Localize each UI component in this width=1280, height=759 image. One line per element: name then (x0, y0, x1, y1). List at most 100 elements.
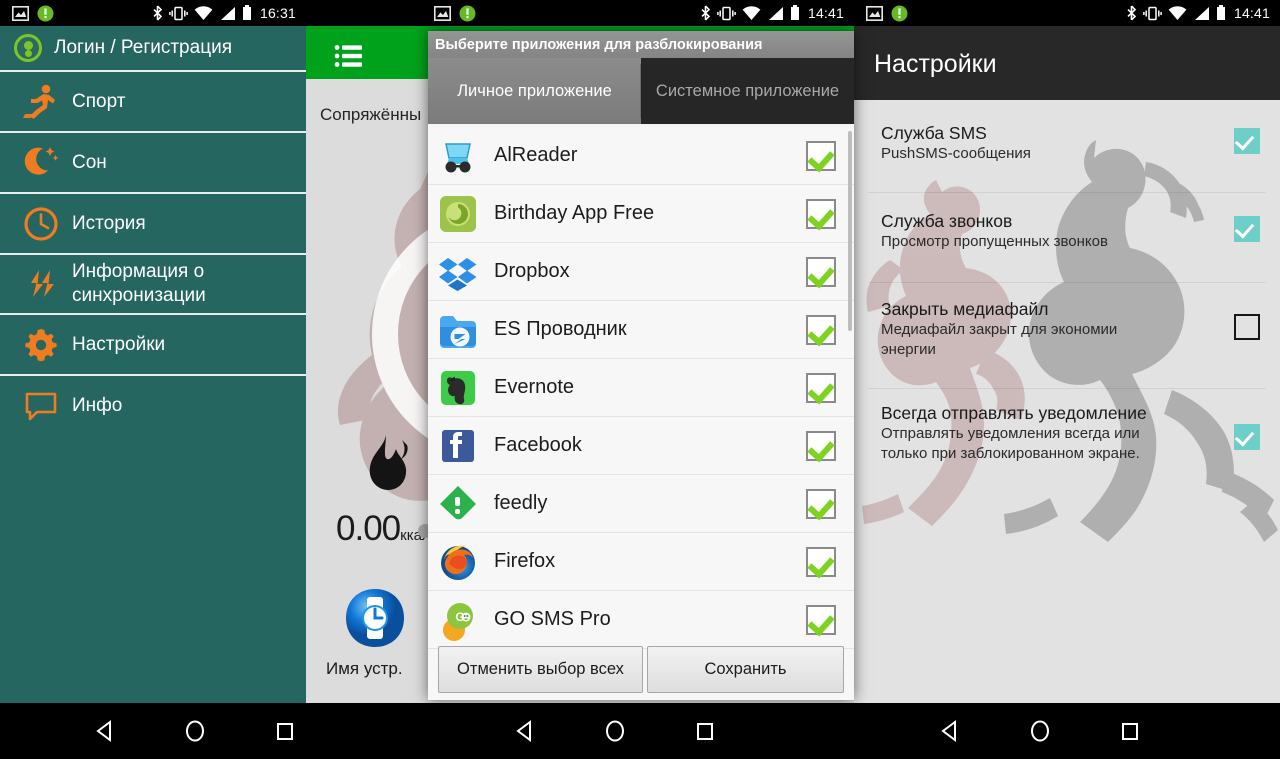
birthday-icon (436, 192, 480, 236)
list-item[interactable]: Facebook (428, 417, 854, 475)
app-checkbox[interactable] (806, 198, 836, 229)
statusbar-drawer: 16:31 (0, 0, 306, 26)
sidebar-item-info[interactable]: Инфо (0, 374, 306, 435)
sidebar-item-label: Настройки (72, 333, 166, 355)
list-item[interactable]: Evernote (428, 359, 854, 417)
app-checkbox[interactable] (806, 430, 836, 461)
home-icon[interactable] (995, 703, 1085, 759)
deselect-all-button[interactable]: Отменить выбор всех (438, 645, 643, 693)
sidebar-item-sleep[interactable]: Сон (0, 131, 306, 192)
divider (868, 388, 1266, 389)
app-list[interactable]: AlReader Birthday App Free Dropbox ES Пр… (428, 127, 854, 700)
list-item[interactable]: Dropbox (428, 243, 854, 301)
statusbar-tracker: 14:41 (306, 0, 854, 26)
image-icon (434, 5, 451, 21)
setting-title: Всегда отправлять уведомление (881, 403, 1147, 423)
settings-row-always-notify[interactable]: Всегда отправлять уведомление Отправлять… (854, 396, 1280, 496)
back-icon[interactable] (60, 703, 150, 759)
setting-checkbox[interactable] (1234, 128, 1260, 154)
statusbar-clock: 14:41 (1233, 5, 1270, 21)
battery-icon (790, 5, 800, 21)
settings-row-call-service[interactable]: Служба звонков Просмотр пропущенных звон… (854, 202, 1280, 280)
battery-icon (242, 5, 252, 21)
drawer-account-label: Логин / Регистрация (54, 37, 232, 58)
setting-checkbox[interactable] (1234, 314, 1260, 340)
home-icon[interactable] (570, 703, 660, 759)
tab-system-apps[interactable]: Системное приложение (641, 58, 854, 124)
app-checkbox[interactable] (806, 256, 836, 287)
sidebar-item-settings[interactable]: Настройки (0, 313, 306, 374)
sidebar-item-label: Спорт (72, 90, 126, 112)
list-item[interactable]: Firefox (428, 533, 854, 591)
home-icon[interactable] (150, 703, 240, 759)
app-checkbox[interactable] (806, 140, 836, 171)
settings-body: Служба SMS PushSMS-сообщения Служба звон… (854, 100, 1280, 703)
vibrate-icon (717, 6, 736, 21)
bluetooth-icon (1126, 5, 1137, 21)
recents-icon[interactable] (240, 703, 330, 759)
app-name: ES Проводник (494, 318, 627, 340)
setting-subtitle: Просмотр пропущенных звонков (881, 233, 1108, 250)
firefox-icon (436, 540, 480, 584)
device-name-label: Имя устр. (326, 659, 403, 678)
feedly-icon (436, 482, 480, 526)
settings-row-sms-service[interactable]: Служба SMS PushSMS-сообщения (854, 114, 1280, 192)
drawer-account-header[interactable]: Логин / Регистрация (0, 26, 306, 70)
battery-icon (1216, 5, 1226, 21)
app-checkbox[interactable] (806, 604, 836, 635)
dialog-tabs: Личное приложение Системное приложение (428, 58, 854, 124)
alert-badge-icon (891, 5, 908, 22)
sidebar-item-label: Информация о синхронизации (72, 261, 206, 306)
signal-icon (767, 6, 784, 21)
wifi-icon (1168, 5, 1187, 21)
clock-icon (10, 204, 72, 244)
bluetooth-icon (700, 5, 711, 21)
app-checkbox[interactable] (806, 488, 836, 519)
watch-icon[interactable] (344, 587, 406, 654)
list-item[interactable]: AlReader (428, 127, 854, 185)
dialog-action-bar: Отменить выбор всех Сохранить (428, 638, 854, 700)
app-name: feedly (494, 492, 548, 514)
alert-badge-icon (37, 5, 54, 22)
flame-icon (364, 434, 410, 495)
list-item[interactable]: Birthday App Free (428, 185, 854, 243)
sidebar-item-label: История (72, 212, 146, 234)
app-name: Facebook (494, 434, 582, 456)
android-navigation-bar (0, 703, 1280, 759)
list-menu-icon[interactable] (334, 44, 364, 73)
setting-checkbox[interactable] (1234, 216, 1260, 242)
app-name: Firefox (494, 550, 556, 572)
sidebar-item-sport[interactable]: Спорт (0, 70, 306, 131)
app-name: GO SMS Pro (494, 608, 611, 630)
settings-row-close-media[interactable]: Закрыть медиафайл Медиафайл закрыт для э… (854, 292, 1280, 388)
setting-title: Служба звонков (881, 211, 1013, 231)
sidebar-item-label: Сон (72, 151, 107, 173)
app-checkbox[interactable] (806, 314, 836, 345)
setting-checkbox[interactable] (1234, 424, 1260, 450)
tab-personal-apps[interactable]: Личное приложение (428, 58, 641, 124)
setting-subtitle: Медиафайл закрыт для экономии энергии (881, 321, 1118, 358)
recents-icon[interactable] (660, 703, 750, 759)
dialog-title: Выберите приложения для разблокирования (428, 31, 854, 58)
page-title: Настройки (874, 50, 997, 78)
statusbar-clock: 16:31 (259, 5, 296, 21)
app-checkbox[interactable] (806, 546, 836, 577)
app-name: Dropbox (494, 260, 570, 282)
sidebar-item-sync-info[interactable]: Информация о синхронизации (0, 253, 306, 313)
setting-title: Закрыть медиафайл (881, 299, 1049, 319)
back-icon[interactable] (905, 703, 995, 759)
setting-title: Служба SMS (881, 123, 987, 143)
sidebar-item-history[interactable]: История (0, 192, 306, 253)
save-button[interactable]: Сохранить (647, 645, 844, 693)
setting-subtitle: Отправлять уведомления всегда или только… (881, 425, 1140, 462)
statusbar-clock: 14:41 (807, 5, 844, 21)
statusbar-settings: 14:41 (854, 0, 1280, 26)
sync-icon (10, 264, 72, 304)
back-icon[interactable] (480, 703, 570, 759)
wifi-icon (742, 5, 761, 21)
app-checkbox[interactable] (806, 372, 836, 403)
recents-icon[interactable] (1085, 703, 1175, 759)
list-item[interactable]: ES Проводник (428, 301, 854, 359)
list-item[interactable]: feedly (428, 475, 854, 533)
dialog-scrollbar[interactable] (848, 131, 852, 331)
